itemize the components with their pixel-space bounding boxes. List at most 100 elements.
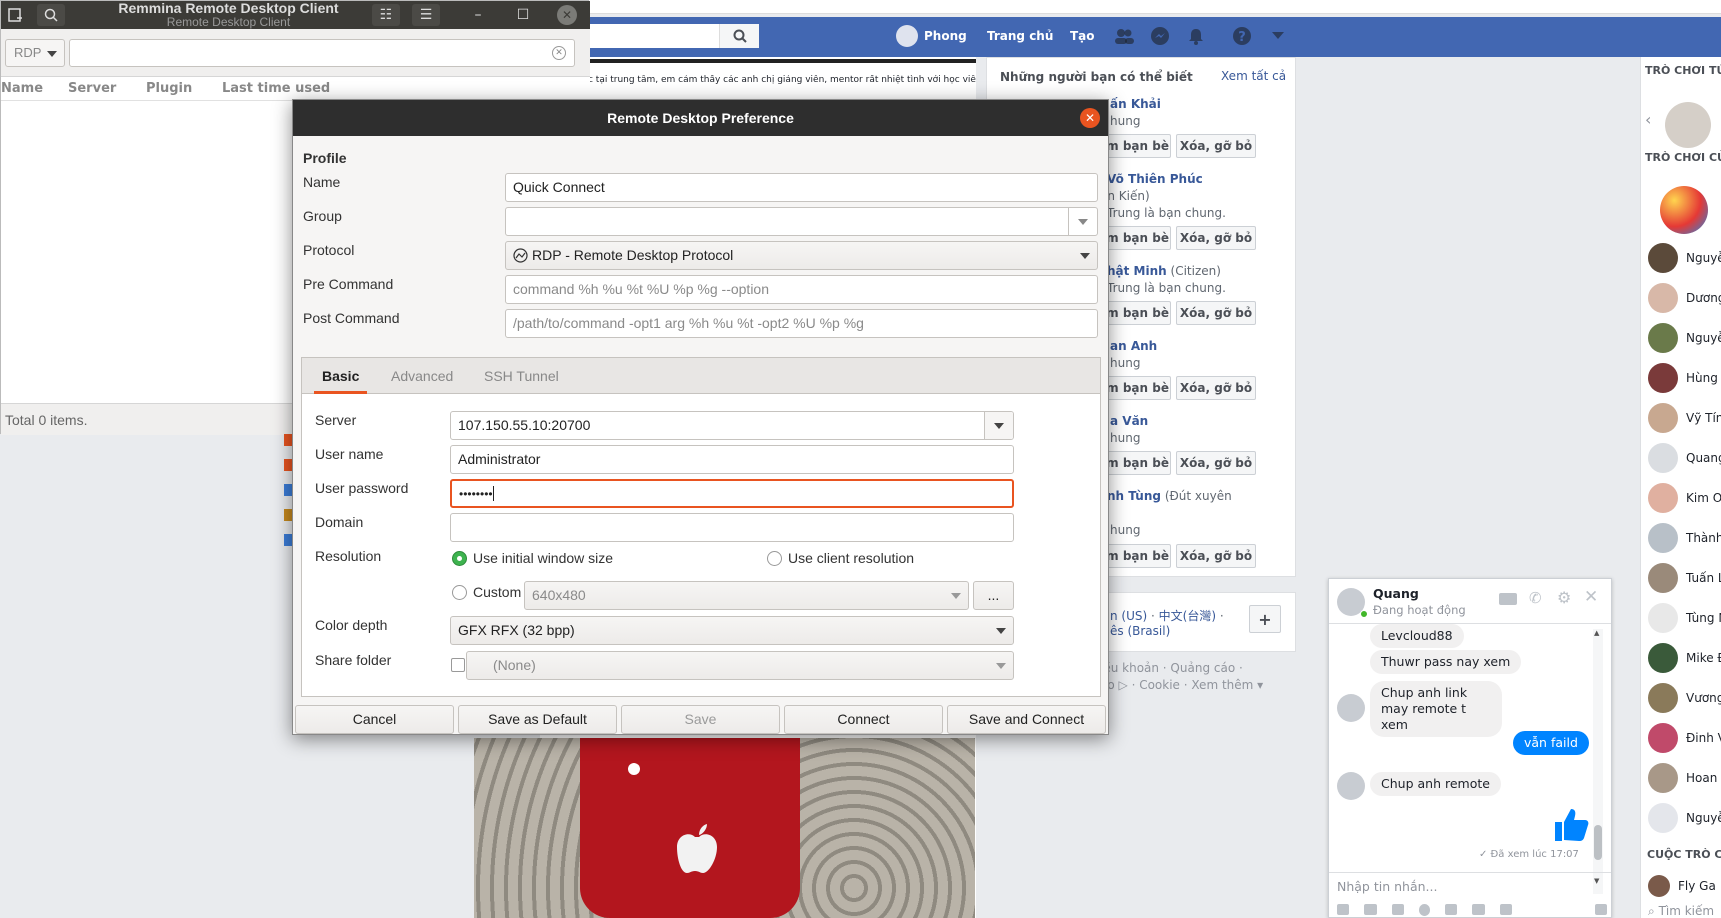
chevron-left-icon[interactable]: ‹: [1645, 110, 1651, 129]
language-portuguese[interactable]: ês (Brasil): [1110, 624, 1170, 638]
name-field[interactable]: Quick Connect: [505, 173, 1098, 202]
contact-item[interactable]: Nguyễ: [1648, 243, 1721, 273]
column-server[interactable]: Server: [68, 81, 116, 96]
contact-item[interactable]: Tuấn L: [1648, 563, 1721, 593]
footer-more[interactable]: · Cookie · Xem thêm ▾: [1132, 678, 1264, 692]
group-chat-item[interactable]: Fly Ga: [1648, 875, 1716, 897]
suggestion-name[interactable]: a Văn: [1110, 414, 1148, 428]
gif-icon[interactable]: [1391, 904, 1404, 915]
chevron-down-icon[interactable]: [1267, 25, 1289, 47]
server-combo[interactable]: 107.150.55.10:20700: [450, 411, 1014, 440]
clear-icon[interactable]: ✕: [552, 46, 566, 60]
pre-command-field[interactable]: command %h %u %t %U %p %g --option: [505, 275, 1098, 304]
share-folder-chooser[interactable]: (None): [466, 651, 1014, 680]
share-folder-checkbox[interactable]: [451, 658, 465, 672]
footer-links[interactable]: iều khoản · Quảng cáo ·: [1100, 661, 1243, 675]
home-link[interactable]: Trang chủ: [987, 24, 1053, 48]
column-name[interactable]: Name: [1, 81, 43, 96]
facebook-search-button[interactable]: [719, 24, 759, 48]
group-combo[interactable]: [505, 207, 1098, 236]
tab-advanced[interactable]: Advanced: [383, 358, 461, 394]
emoji-icon[interactable]: [1418, 904, 1431, 916]
contact-item[interactable]: Hùng N: [1648, 363, 1721, 393]
radio-custom[interactable]: Custom: [452, 584, 521, 600]
candy-game-icon[interactable]: [1660, 186, 1708, 234]
game-icon[interactable]: [1445, 904, 1458, 915]
contact-item[interactable]: Đinh V: [1648, 723, 1721, 753]
contact-item[interactable]: Nguyễ: [1648, 803, 1721, 833]
tab-basic[interactable]: Basic: [314, 358, 368, 394]
custom-resolution-select[interactable]: 640x480: [524, 581, 969, 610]
scroll-up-arrow[interactable]: ▲: [1594, 629, 1599, 637]
message-input[interactable]: Nhập tin nhắn...: [1337, 879, 1577, 894]
add-language-button[interactable]: +: [1249, 605, 1281, 633]
app-icon[interactable]: [284, 509, 292, 521]
messenger-icon[interactable]: [1149, 25, 1171, 47]
scroll-down-arrow[interactable]: ▼: [1594, 877, 1599, 885]
suggestion-name[interactable]: ấn Khải: [1110, 97, 1161, 111]
remove-suggestion-button[interactable]: Xóa, gỡ bỏ: [1176, 544, 1256, 568]
remove-suggestion-button[interactable]: Xóa, gỡ bỏ: [1176, 301, 1256, 325]
post-command-field[interactable]: /path/to/command -opt1 arg %h %u %t -opt…: [505, 309, 1098, 338]
game-thumbnail[interactable]: [1665, 102, 1711, 148]
contact-item[interactable]: Hoan L: [1648, 763, 1721, 793]
help-icon[interactable]: ?: [1231, 25, 1253, 47]
color-depth-select[interactable]: GFX RFX (32 bpp): [450, 616, 1014, 645]
camera-icon[interactable]: [1499, 904, 1512, 915]
resolution-list-button[interactable]: ...: [973, 581, 1014, 610]
contact-item[interactable]: Mike Đ: [1648, 643, 1721, 673]
remmina-titlebar[interactable]: Remmina Remote Desktop Client Remote Des…: [1, 1, 590, 29]
cancel-button[interactable]: Cancel: [295, 705, 454, 734]
quick-connect-input[interactable]: ✕: [69, 39, 575, 67]
connect-button[interactable]: Connect: [784, 705, 943, 734]
contact-item[interactable]: Vỹ Tín: [1648, 403, 1721, 433]
contact-search[interactable]: ⌕ Tìm kiếm: [1648, 904, 1714, 918]
contact-item[interactable]: Tùng N: [1648, 603, 1721, 633]
language-english[interactable]: n (US): [1110, 609, 1147, 623]
remove-suggestion-button[interactable]: Xóa, gỡ bỏ: [1176, 376, 1256, 400]
remove-suggestion-button[interactable]: Xóa, gỡ bỏ: [1176, 226, 1256, 250]
protocol-select[interactable]: RDP: [5, 39, 65, 67]
dialog-titlebar[interactable]: Remote Desktop Preference: [293, 100, 1108, 136]
server-dropdown-button[interactable]: [984, 412, 1013, 439]
attach-icon[interactable]: [1472, 904, 1485, 915]
username-field[interactable]: Administrator: [450, 445, 1014, 474]
remove-suggestion-button[interactable]: Xóa, gỡ bỏ: [1176, 134, 1256, 158]
suggestion-name[interactable]: hật Minh: [1107, 264, 1167, 278]
video-call-icon[interactable]: [1499, 593, 1517, 605]
scroll-thumb[interactable]: [1594, 825, 1602, 860]
see-all-link[interactable]: Xem tất cả: [1221, 69, 1286, 83]
app-icon[interactable]: [284, 459, 292, 471]
contact-item[interactable]: Thành: [1648, 523, 1721, 553]
contact-item[interactable]: Quang: [1648, 443, 1721, 473]
gear-icon[interactable]: ⚙: [1557, 588, 1571, 607]
contact-item[interactable]: Vương: [1648, 683, 1721, 713]
close-icon[interactable]: ✕: [557, 5, 577, 25]
domain-field[interactable]: [450, 513, 1014, 542]
column-last-used[interactable]: Last time used: [222, 81, 330, 96]
radio-client-resolution[interactable]: Use client resolution: [767, 550, 914, 566]
sticker-icon[interactable]: [1364, 904, 1377, 915]
friends-icon[interactable]: [1113, 25, 1135, 47]
like-icon[interactable]: [1594, 904, 1608, 915]
suggestion-name[interactable]: nh Tùng: [1107, 489, 1161, 503]
profile-link[interactable]: Phong: [896, 24, 967, 48]
save-as-default-button[interactable]: Save as Default: [458, 705, 617, 734]
tab-ssh-tunnel[interactable]: SSH Tunnel: [476, 358, 567, 394]
minimize-icon[interactable]: –: [464, 4, 492, 26]
create-link[interactable]: Tạo: [1070, 24, 1095, 48]
maximize-icon[interactable]: ☐: [509, 4, 537, 26]
chat-scrollbar[interactable]: ▲ ▼: [1593, 629, 1603, 894]
protocol-select[interactable]: RDP - Remote Desktop Protocol: [505, 241, 1098, 270]
suggestion-name[interactable]: an Anh: [1110, 339, 1157, 353]
app-icon[interactable]: [284, 434, 292, 446]
radio-initial-window-size[interactable]: Use initial window size: [452, 550, 613, 566]
contact-item[interactable]: Kim Oa: [1648, 483, 1721, 513]
menu-icon[interactable]: ☰: [412, 4, 440, 26]
save-and-connect-button[interactable]: Save and Connect: [947, 705, 1106, 734]
suggestion-name[interactable]: Võ Thiên Phúc: [1107, 172, 1203, 186]
column-plugin[interactable]: Plugin: [146, 81, 192, 96]
photo-icon[interactable]: [1337, 904, 1350, 915]
phone-icon[interactable]: ✆: [1529, 589, 1542, 607]
list-view-icon[interactable]: ☷: [372, 4, 400, 26]
